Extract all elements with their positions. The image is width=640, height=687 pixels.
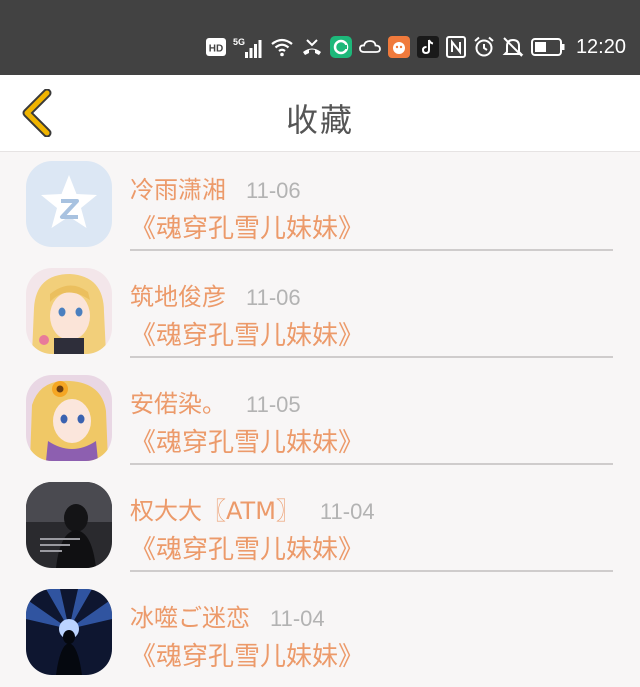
header: 收藏: [0, 75, 640, 152]
name-line: 安偌染。 11-05: [130, 384, 301, 419]
hd-badge-icon: HD: [205, 38, 226, 56]
anime-girl-sunflower: [26, 375, 112, 461]
book-title[interactable]: 《魂穿孔雪儿妹妹》: [130, 422, 364, 459]
avatar[interactable]: [26, 161, 112, 247]
mute-icon: [502, 36, 524, 58]
list-item[interactable]: 冰噬ご迷恋 11-04 《魂穿孔雪儿妹妹》: [0, 580, 640, 687]
dark-photo: [26, 482, 112, 568]
battery-icon: [530, 38, 565, 56]
name-line: 冰噬ご迷恋 11-04: [130, 598, 325, 633]
name-line: 筑地俊彦 11-06: [130, 277, 301, 312]
name-line: 权大大〖ATM〗 11-04: [130, 491, 375, 526]
network-label: 5G: [233, 37, 245, 47]
missed-call-icon: [301, 37, 323, 57]
list-item[interactable]: 安偌染。 11-05 《魂穿孔雪儿妹妹》: [0, 366, 640, 473]
list-item[interactable]: 权大大〖ATM〗 11-04 《魂穿孔雪儿妹妹》: [0, 473, 640, 580]
status-time: 12:20: [575, 35, 626, 58]
username[interactable]: 筑地俊彦: [130, 277, 226, 312]
tiktok-icon: [416, 36, 439, 58]
nfc-icon: [445, 36, 466, 58]
date: 11-06: [246, 285, 301, 310]
alarm-icon: [473, 36, 495, 58]
list-item[interactable]: 筑地俊彦 11-06 《魂穿孔雪儿妹妹》: [0, 259, 640, 366]
list-item[interactable]: 冷雨潇湘 11-06 《魂穿孔雪儿妹妹》: [0, 152, 640, 259]
avatar[interactable]: [26, 375, 112, 461]
divider: [130, 249, 613, 251]
date: 11-04: [319, 499, 375, 524]
wifi-icon: [270, 37, 294, 57]
book-title[interactable]: 《魂穿孔雪儿妹妹》: [130, 208, 364, 245]
divider: [130, 570, 613, 572]
book-title[interactable]: 《魂穿孔雪儿妹妹》: [130, 636, 364, 673]
status-icons: HD 5G 12:20: [205, 33, 626, 61]
app-orange-icon: [387, 36, 410, 58]
divider: [130, 463, 613, 465]
favorites-list: 冷雨潇湘 11-06 《魂穿孔雪儿妹妹》 筑地俊彦 11-06 《魂穿孔雪儿妹妹…: [0, 152, 640, 687]
avatar[interactable]: [26, 482, 112, 568]
anime-blonde-girl: [26, 268, 112, 354]
page-title: 收藏: [285, 101, 354, 139]
username[interactable]: 冷雨潇湘: [130, 170, 226, 205]
status-bar: HD 5G 12:20: [0, 0, 640, 75]
date: 11-04: [270, 606, 325, 631]
book-title[interactable]: 《魂穿孔雪儿妹妹》: [130, 315, 364, 352]
date: 11-05: [246, 392, 301, 417]
username[interactable]: 权大大〖ATM〗: [130, 491, 300, 526]
avatar[interactable]: [26, 589, 112, 675]
username[interactable]: 安偌染。: [130, 384, 226, 419]
signal-icon: 5G: [233, 36, 263, 58]
app-green-icon: [329, 36, 352, 58]
cloud-icon: [359, 38, 381, 56]
divider: [130, 356, 613, 358]
blue-light-figure: [26, 589, 112, 675]
avatar[interactable]: [26, 268, 112, 354]
date: 11-06: [246, 178, 301, 203]
name-line: 冷雨潇湘 11-06: [130, 170, 301, 205]
hd-badge-text: HD: [209, 44, 223, 55]
book-title[interactable]: 《魂穿孔雪儿妹妹》: [130, 529, 364, 566]
username[interactable]: 冰噬ご迷恋: [130, 598, 250, 633]
qq-star-icon: [26, 161, 112, 247]
